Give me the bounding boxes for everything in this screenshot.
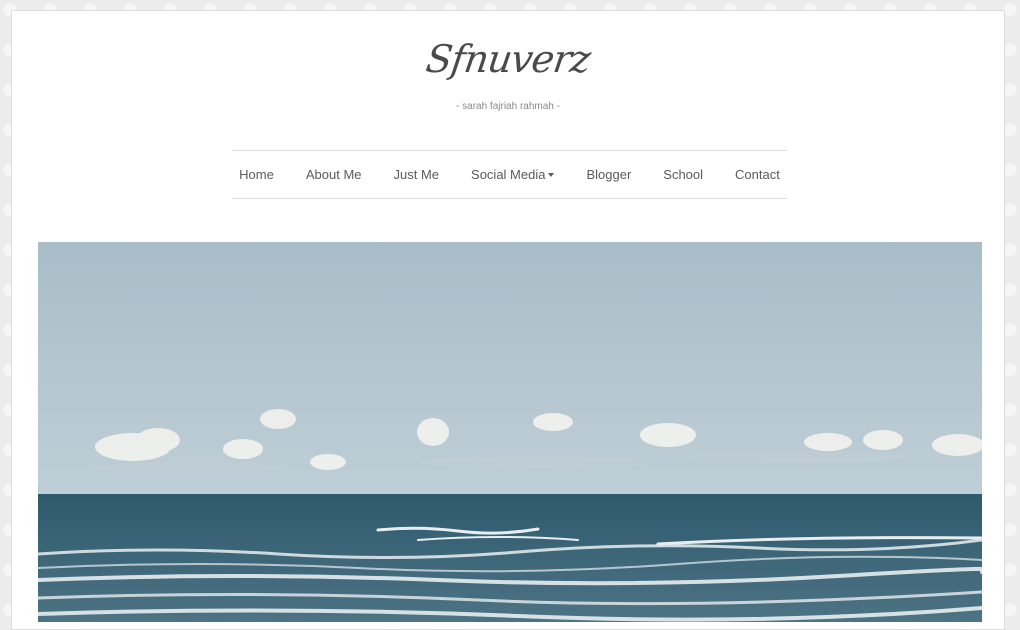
caret-down-icon (548, 172, 555, 177)
hero-image[interactable] (38, 242, 982, 622)
main-nav: Home About Me Just Me Social Media Blogg… (232, 150, 787, 199)
site-tagline: - sarah fajriah rahmah - (456, 101, 560, 112)
sea-horizon-photo (38, 242, 982, 622)
nav-item-social-media[interactable]: Social Media (455, 167, 570, 182)
nav-item-just-me[interactable]: Just Me (378, 167, 456, 182)
nav-item-label: Contact (735, 167, 780, 182)
nav-item-about-me[interactable]: About Me (290, 167, 378, 182)
nav-item-label: Blogger (586, 167, 632, 182)
site-title[interactable]: Sfnuverz (9, 37, 1007, 81)
nav-item-blogger[interactable]: Blogger (570, 167, 647, 182)
nav-item-label: Just Me (393, 167, 440, 182)
nav-item-label: About Me (305, 167, 362, 182)
page-container: Sfnuverz - sarah fajriah rahmah - Home A… (11, 10, 1005, 630)
nav-item-label: School (663, 167, 704, 182)
nav-item-label: Social Media (471, 167, 546, 182)
nav-item-school[interactable]: School (647, 167, 719, 182)
nav-item-home[interactable]: Home (223, 167, 290, 182)
nav-item-label: Home (239, 167, 274, 182)
nav-item-contact[interactable]: Contact (719, 167, 796, 182)
sea (38, 494, 982, 622)
